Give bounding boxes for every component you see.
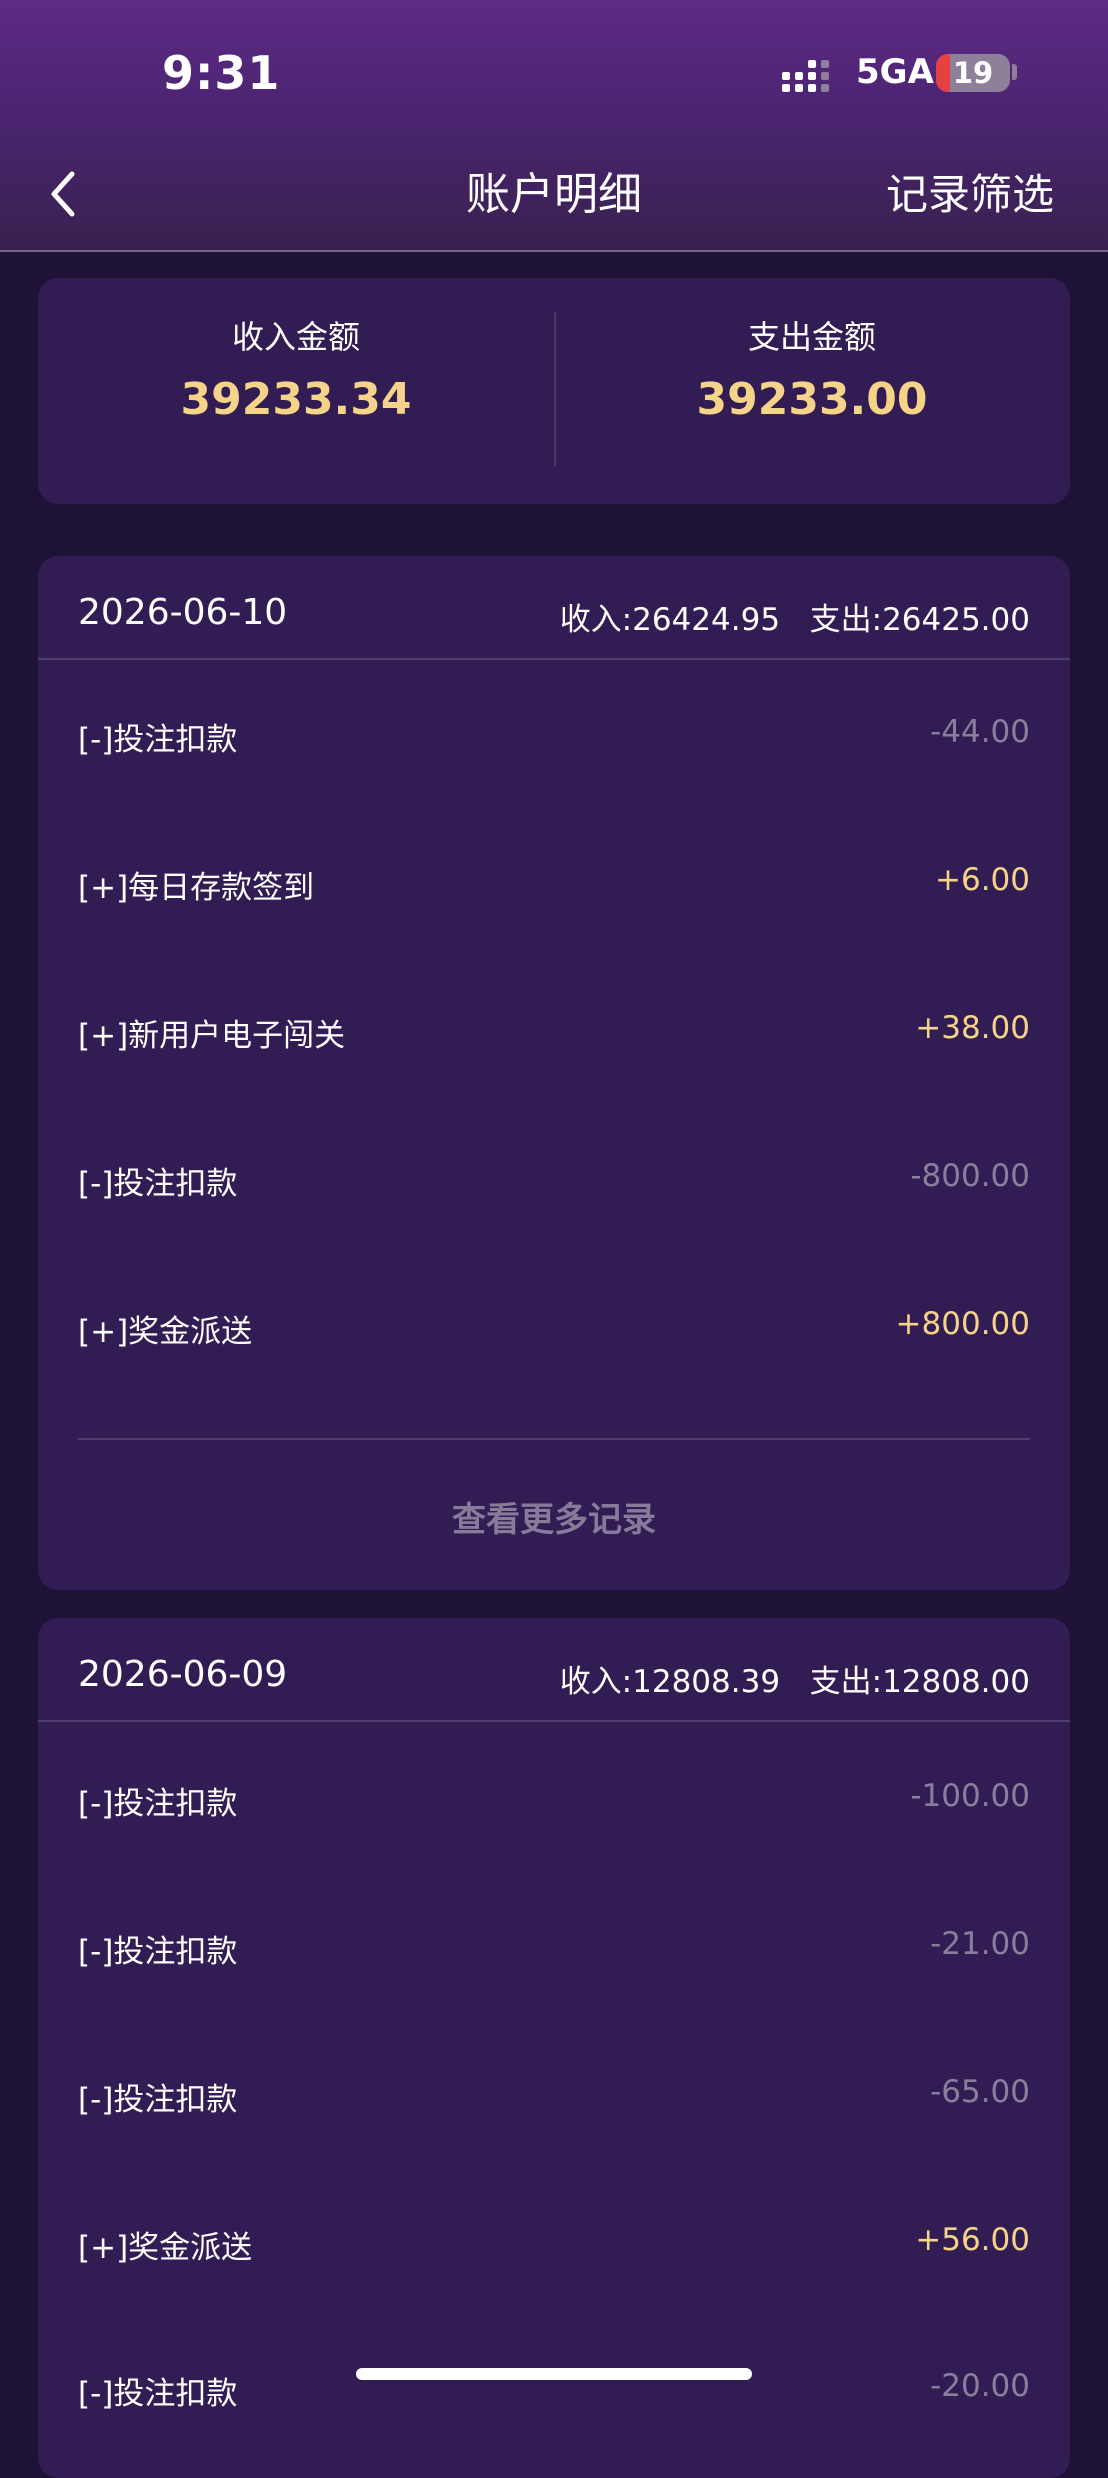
expense-summary: 支出金额 39233.00 [554, 278, 1070, 504]
record-amount: +800.00 [895, 1306, 1030, 1342]
list-item[interactable]: [-]投注扣款 -100.00 [38, 1758, 1070, 1838]
day-income: 收入:12808.39 [559, 1664, 781, 1700]
view-more-button[interactable]: 查看更多记录 [38, 1492, 1070, 1541]
income-label: 收入金额 [231, 318, 360, 356]
record-label: [-]投注扣款 [78, 2082, 238, 2118]
day-income: 收入:26424.95 [559, 602, 781, 638]
signal-bars-icon [782, 60, 829, 92]
list-item[interactable]: [+]奖金派送 +56.00 [38, 2202, 1070, 2282]
summary-card: 收入金额 39233.34 支出金额 39233.00 [38, 278, 1070, 504]
day-expense: 支出:26425.00 [809, 602, 1030, 638]
day-expense: 支出:12808.00 [809, 1664, 1030, 1700]
record-label: [+]新用户电子闯关 [78, 1018, 346, 1054]
day-totals: 收入:26424.95 支出:26425.00 [560, 594, 1030, 639]
battery-level: 19 [952, 56, 994, 90]
list-item[interactable]: [-]投注扣款 -65.00 [38, 2054, 1070, 2134]
record-amount: +56.00 [915, 2222, 1030, 2258]
battery-cap [1012, 64, 1017, 80]
battery-icon: 19 [936, 54, 1010, 92]
record-amount: +38.00 [915, 1010, 1030, 1046]
status-time: 9:31 [162, 46, 281, 100]
record-amount: -65.00 [930, 2074, 1030, 2110]
list-item[interactable]: [-]投注扣款 -20.00 [38, 2348, 1070, 2428]
record-label: [-]投注扣款 [78, 1166, 238, 1202]
expense-value: 39233.00 [696, 374, 928, 425]
record-label: [-]投注扣款 [78, 1934, 238, 1970]
list-item[interactable]: [+]新用户电子闯关 +38.00 [38, 990, 1070, 1070]
list-item[interactable]: [-]投注扣款 -44.00 [38, 694, 1070, 774]
day-header: 2026-06-09 收入:12808.39 支出:12808.00 [38, 1618, 1070, 1722]
record-amount: -44.00 [930, 714, 1030, 750]
record-amount: -20.00 [930, 2368, 1030, 2404]
record-label: [+]奖金派送 [78, 2230, 253, 2266]
page-title: 账户明细 [466, 169, 642, 220]
day-card: 2026-06-09 收入:12808.39 支出:12808.00 [-]投注… [38, 1618, 1070, 2478]
record-amount: -21.00 [930, 1926, 1030, 1962]
list-item[interactable]: [+]奖金派送 +800.00 [38, 1286, 1070, 1366]
record-label: [-]投注扣款 [78, 722, 238, 758]
record-amount: +6.00 [935, 862, 1030, 898]
day-card: 2026-06-10 收入:26424.95 支出:26425.00 [-]投注… [38, 556, 1070, 1590]
network-type: 5GA [856, 52, 934, 92]
record-label: [-]投注扣款 [78, 2376, 238, 2412]
record-label: [+]每日存款签到 [78, 870, 315, 906]
record-amount: -100.00 [910, 1778, 1030, 1814]
day-date: 2026-06-10 [78, 592, 288, 633]
record-filter-button[interactable]: 记录筛选 [886, 166, 1054, 224]
list-item[interactable]: [-]投注扣款 -800.00 [38, 1138, 1070, 1218]
record-label: [-]投注扣款 [78, 1786, 238, 1822]
day-date: 2026-06-09 [78, 1654, 288, 1695]
day-totals: 收入:12808.39 支出:12808.00 [560, 1656, 1030, 1701]
expense-label: 支出金额 [747, 318, 876, 356]
list-item[interactable]: [-]投注扣款 -21.00 [38, 1906, 1070, 1986]
home-indicator [356, 2368, 752, 2380]
income-summary: 收入金额 39233.34 [38, 278, 554, 504]
list-item[interactable]: [+]每日存款签到 +6.00 [38, 842, 1070, 922]
more-divider [78, 1438, 1030, 1440]
header: 9:31 5GA 19 账户明细 记录筛选 [0, 0, 1108, 252]
record-label: [+]奖金派送 [78, 1314, 253, 1350]
income-value: 39233.34 [180, 374, 412, 425]
chevron-left-icon[interactable] [44, 164, 84, 224]
day-header: 2026-06-10 收入:26424.95 支出:26425.00 [38, 556, 1070, 660]
record-amount: -800.00 [910, 1158, 1030, 1194]
